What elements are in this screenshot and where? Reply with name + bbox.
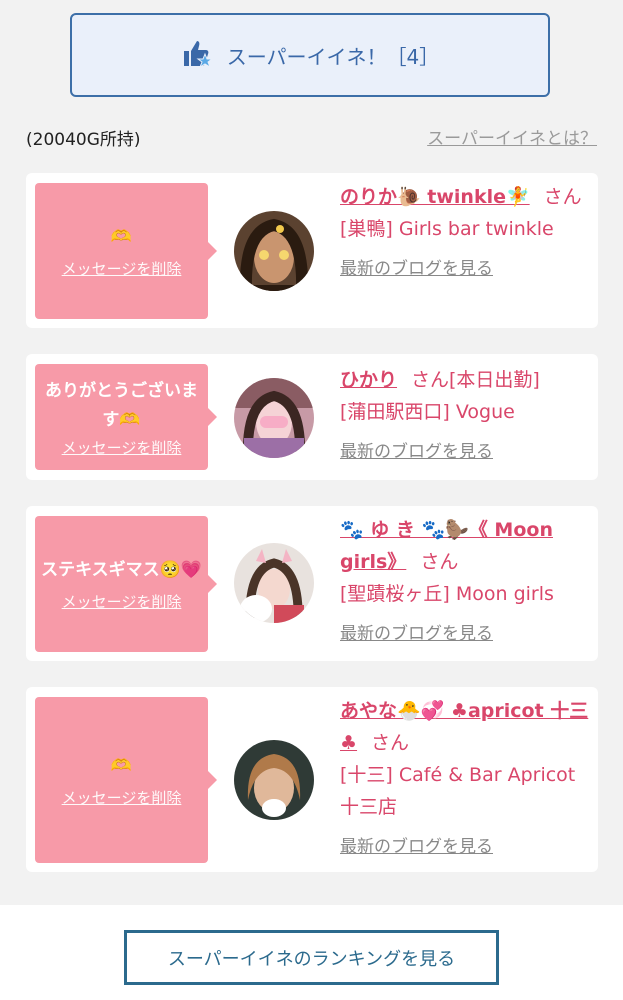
user-name-link[interactable]: ひかり — [340, 369, 397, 391]
honorific: さん — [420, 551, 459, 573]
message-text: ステキスギマス🥺💗 — [41, 560, 202, 580]
message-bubble: 🫶 メッセージを削除 — [35, 183, 217, 319]
shop-name: [十三] Café & Bar Apricot 十三店 — [340, 764, 576, 818]
message-bubble: 🫶 メッセージを削除 — [35, 697, 217, 863]
latest-blog-link[interactable]: 最新のブログを見る — [340, 436, 590, 468]
user-info: のりか🐌 twinkle🧚 さん [巣鴨] Girls bar twinkle 最… — [340, 181, 590, 285]
honorific: さん[本日出勤] — [411, 369, 540, 391]
super-like-card: ステキスギマス🥺💗 メッセージを削除 🐾 ゆ き 🐾🦫《 Moon girls》… — [26, 506, 598, 661]
avatar[interactable] — [234, 378, 314, 458]
thumbs-up-star-icon — [181, 37, 227, 74]
super-like-card: 🫶 メッセージを削除 あやな🐣💞 ♣apricot 十三♣ さん [十三] Caf… — [26, 687, 598, 872]
message-text: 🫶 — [110, 227, 133, 247]
delete-message-link[interactable]: メッセージを削除 — [62, 591, 182, 612]
gold-balance: (20040G所持) — [26, 130, 141, 150]
shop-name: [巣鴨] Girls bar twinkle — [340, 218, 554, 240]
delete-message-link[interactable]: メッセージを削除 — [62, 258, 182, 279]
super-like-card: 🫶 メッセージを削除 のりか🐌 twinkle🧚 さん [巣鴨] Girls ba… — [26, 173, 598, 328]
delete-message-link[interactable]: メッセージを削除 — [62, 787, 182, 808]
avatar[interactable] — [234, 543, 314, 623]
user-info: ひかり さん[本日出勤] [蒲田駅西口] Vogue 最新のブログを見る — [340, 364, 590, 468]
avatar[interactable] — [234, 740, 314, 820]
user-info: あやな🐣💞 ♣apricot 十三♣ さん [十三] Café & Bar Apr… — [340, 695, 590, 863]
honorific: さん — [371, 732, 410, 754]
delete-message-link[interactable]: メッセージを削除 — [62, 437, 182, 458]
super-like-button[interactable]: スーパーイイネ！［4］ — [70, 13, 550, 97]
user-name-link[interactable]: のりか🐌 twinkle🧚 — [340, 186, 530, 208]
latest-blog-link[interactable]: 最新のブログを見る — [340, 831, 590, 863]
message-text: 🫶 — [110, 756, 133, 776]
ranking-button[interactable]: スーパーイイネのランキングを見る — [124, 930, 499, 985]
latest-blog-link[interactable]: 最新のブログを見る — [340, 253, 590, 285]
super-like-label: スーパーイイネ！［4］ — [226, 44, 440, 69]
shop-name: [聖蹟桜ヶ丘] Moon girls — [340, 583, 554, 605]
avatar[interactable] — [234, 211, 314, 291]
user-info: 🐾 ゆ き 🐾🦫《 Moon girls》 さん [聖蹟桜ヶ丘] Moon gir… — [340, 514, 590, 650]
latest-blog-link[interactable]: 最新のブログを見る — [340, 618, 590, 650]
super-like-card: ありがとうございます🫶 メッセージを削除 ひかり さん[本日出勤] [蒲田駅西口]… — [26, 354, 598, 480]
honorific: さん — [543, 186, 582, 208]
shop-name: [蒲田駅西口] Vogue — [340, 401, 515, 423]
message-bubble: ステキスギマス🥺💗 メッセージを削除 — [35, 516, 217, 652]
message-bubble: ありがとうございます🫶 メッセージを削除 — [35, 364, 217, 470]
what-is-super-like-link[interactable]: スーパーイイネとは？ — [427, 124, 597, 149]
message-text: ありがとうございます🫶 — [45, 380, 198, 430]
